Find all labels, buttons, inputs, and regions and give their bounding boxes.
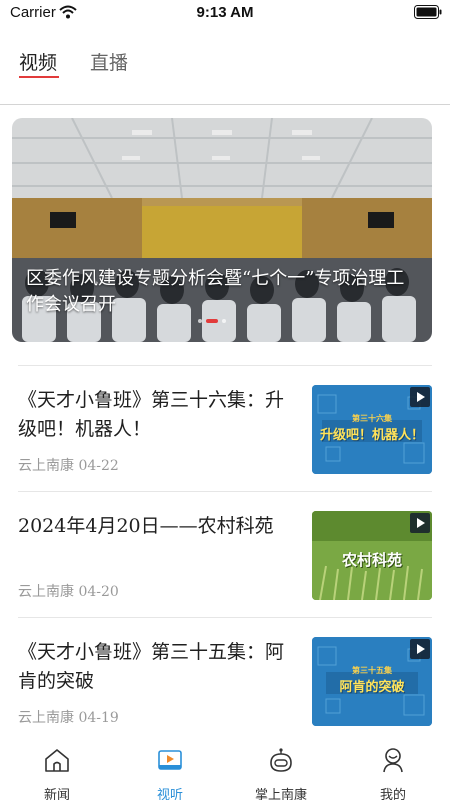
carousel-dot (222, 319, 226, 323)
news-meta: 云上南康 04-22 (18, 455, 119, 475)
news-thumbnail[interactable]: 第三十五集 阿肯的突破 (312, 637, 432, 726)
status-time: 9:13 AM (196, 4, 254, 21)
play-icon (410, 513, 430, 533)
active-tab-indicator (19, 76, 59, 78)
news-thumbnail[interactable]: 农村科苑 (312, 511, 432, 600)
tabbar-label: 掌上南康 (254, 788, 307, 800)
thumbnail-subtitle: 第三十六集 (352, 414, 392, 423)
news-source: 云上南康 (18, 458, 74, 474)
news-date: 04-19 (78, 710, 119, 726)
tabs-divider (0, 104, 450, 105)
tabbar-label: 新闻 (43, 788, 70, 800)
thumbnail-subtitle: 第三十五集 (352, 666, 392, 675)
news-list-item[interactable]: 《天才小鲁班》第三十五集：阿肯的突破 云上南康 04-19 第三十五集 阿肯的突… (0, 618, 450, 744)
status-bar: Carrier 9:13 AM (0, 0, 450, 28)
news-meta: 云上南康 04-19 (18, 707, 119, 727)
news-title: 《天才小鲁班》第三十六集：升级吧！机器人！ (18, 389, 285, 440)
tab-video[interactable]: 视频 (19, 48, 57, 75)
tabbar-label: 视听 (156, 788, 183, 800)
house-icon (45, 749, 69, 772)
carousel-dot-active (206, 319, 218, 323)
content-tabs: 视频 直播 (0, 48, 450, 88)
carousel-indicator (198, 317, 248, 325)
thumbnail-title: 农村科苑 (341, 551, 402, 569)
news-source: 云上南康 (18, 710, 74, 726)
news-source: 云上南康 (18, 584, 74, 600)
tab-live[interactable]: 直播 (90, 48, 128, 75)
video-icon (158, 750, 182, 770)
thumbnail-title: 阿肯的突破 (339, 680, 405, 695)
tabbar-item-profile[interactable]: 我的 (353, 744, 433, 800)
tabbar-item-nankang[interactable]: 掌上南康 (241, 744, 321, 800)
battery-icon (414, 5, 442, 19)
user-icon (383, 748, 403, 773)
tabbar-item-media[interactable]: 视听 (130, 744, 210, 800)
carousel-dot (198, 319, 202, 323)
tabbar-label: 我的 (379, 788, 406, 800)
hero-caption: 区委作风建设专题分析会暨“七个一”专项治理工作会议召开 (26, 268, 405, 315)
hero-banner[interactable]: 区委作风建设专题分析会暨“七个一”专项治理工作会议召开 (12, 118, 432, 342)
play-icon (410, 387, 430, 407)
news-meta: 云上南康 04-20 (18, 581, 119, 601)
robot-icon (270, 748, 292, 772)
news-title: 《天才小鲁班》第三十五集：阿肯的突破 (18, 641, 285, 692)
bottom-tab-bar: 新闻 视听 掌上南康 我的 (0, 738, 450, 800)
news-title: 2024年4月20日——农村科苑 (18, 515, 274, 537)
tabbar-item-news[interactable]: 新闻 (17, 744, 97, 800)
news-list-item[interactable]: 《天才小鲁班》第三十六集：升级吧！机器人！ 云上南康 04-22 第三十六集 升… (0, 366, 450, 492)
news-date: 04-20 (78, 584, 119, 600)
thumbnail-title: 升级吧！机器人！ (319, 428, 424, 443)
news-date: 04-22 (78, 458, 119, 474)
news-thumbnail[interactable]: 第三十六集 升级吧！机器人！ (312, 385, 432, 474)
news-list-item[interactable]: 2024年4月20日——农村科苑 云上南康 04-20 农村科苑 (0, 492, 450, 618)
play-icon (410, 639, 430, 659)
